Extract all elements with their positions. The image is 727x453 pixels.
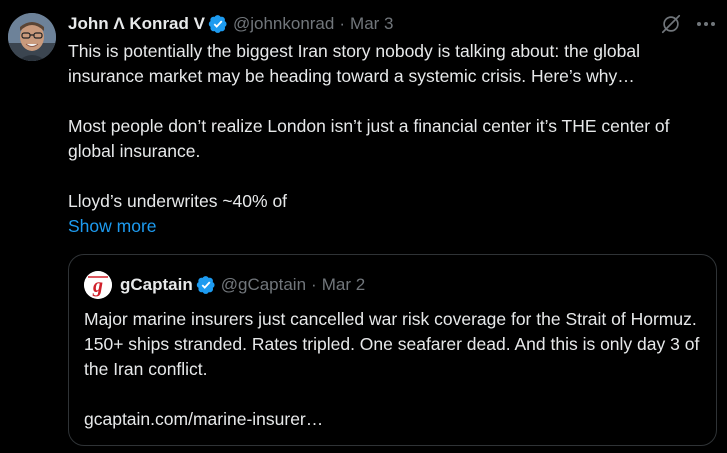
tweet-paragraph: Lloyd’s underwrites ~40% of <box>68 191 288 211</box>
tweet[interactable]: John Λ Konrad V @johnkonrad · Mar 3 This… <box>0 0 727 453</box>
quote-author-handle: @gCaptain <box>220 275 307 294</box>
more-options-icon[interactable] <box>694 12 718 36</box>
quote-date: Mar 2 <box>321 275 366 294</box>
tweet-header: John Λ Konrad V @johnkonrad · Mar 3 <box>68 12 394 36</box>
show-more-link[interactable]: Show more <box>68 214 157 239</box>
tweet-paragraph: Most people don’t realize London isn’t j… <box>68 116 670 161</box>
tweet-date[interactable]: Mar 3 <box>350 14 393 34</box>
verified-badge-icon <box>208 14 228 34</box>
quote-author-avatar[interactable]: g <box>84 271 112 299</box>
gcaptain-logo: g <box>84 271 112 299</box>
svg-text:g: g <box>92 275 103 297</box>
author-handle[interactable]: @johnkonrad <box>233 14 334 34</box>
tweet-text: This is potentially the biggest Iran sto… <box>68 39 718 214</box>
quote-header: gCaptain @gCaptain · Mar 2 <box>120 273 365 297</box>
quote-paragraph: Major marine insurers just cancelled war… <box>84 309 700 379</box>
grok-icon[interactable] <box>660 13 682 35</box>
author-avatar[interactable] <box>8 13 56 61</box>
quote-link: gcaptain.com/marine-insurer… <box>84 409 324 429</box>
quote-text: Major marine insurers just cancelled war… <box>84 307 704 432</box>
separator-dot: · <box>311 275 317 294</box>
quote-author-name: gCaptain <box>120 275 193 294</box>
author-name[interactable]: John Λ Konrad V <box>68 14 205 34</box>
separator-dot: · <box>339 14 346 33</box>
avatar-photo <box>8 13 56 61</box>
verified-badge-icon <box>196 275 216 295</box>
quoted-tweet[interactable]: g gCaptain @gCaptain · Mar 2 Major marin… <box>68 254 717 446</box>
tweet-paragraph: This is potentially the biggest Iran sto… <box>68 41 641 86</box>
